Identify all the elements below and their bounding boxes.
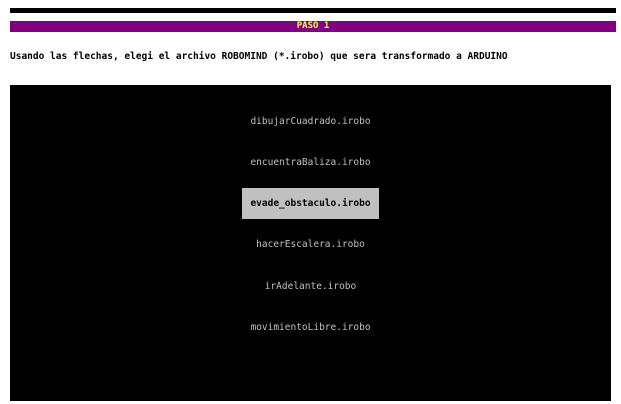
file-item[interactable]: encuentraBaliza.irobo <box>10 147 611 178</box>
file-name: evade_obstaculo.irobo <box>242 188 379 219</box>
file-item[interactable]: movimientoLibre.irobo <box>10 312 611 343</box>
file-name: hacerEscalera.irobo <box>256 239 365 250</box>
file-item-selected[interactable]: evade_obstaculo.irobo <box>10 188 611 219</box>
top-border <box>10 8 616 13</box>
file-name: movimientoLibre.irobo <box>250 322 371 333</box>
file-name: encuentraBaliza.irobo <box>250 157 371 168</box>
file-list: dibujarCuadrado.irobo encuentraBaliza.ir… <box>10 85 611 401</box>
step-label: PASO 1 <box>296 21 330 31</box>
file-item[interactable]: irAdelante.irobo <box>10 271 611 302</box>
step-banner: PASO 1 <box>10 21 616 32</box>
file-name: dibujarCuadrado.irobo <box>250 116 371 127</box>
file-name: irAdelante.irobo <box>264 281 357 292</box>
file-item[interactable]: hacerEscalera.irobo <box>10 229 611 260</box>
file-item[interactable]: dibujarCuadrado.irobo <box>10 106 611 137</box>
instruction-text: Usando las flechas, elegi el archivo ROB… <box>10 51 508 62</box>
